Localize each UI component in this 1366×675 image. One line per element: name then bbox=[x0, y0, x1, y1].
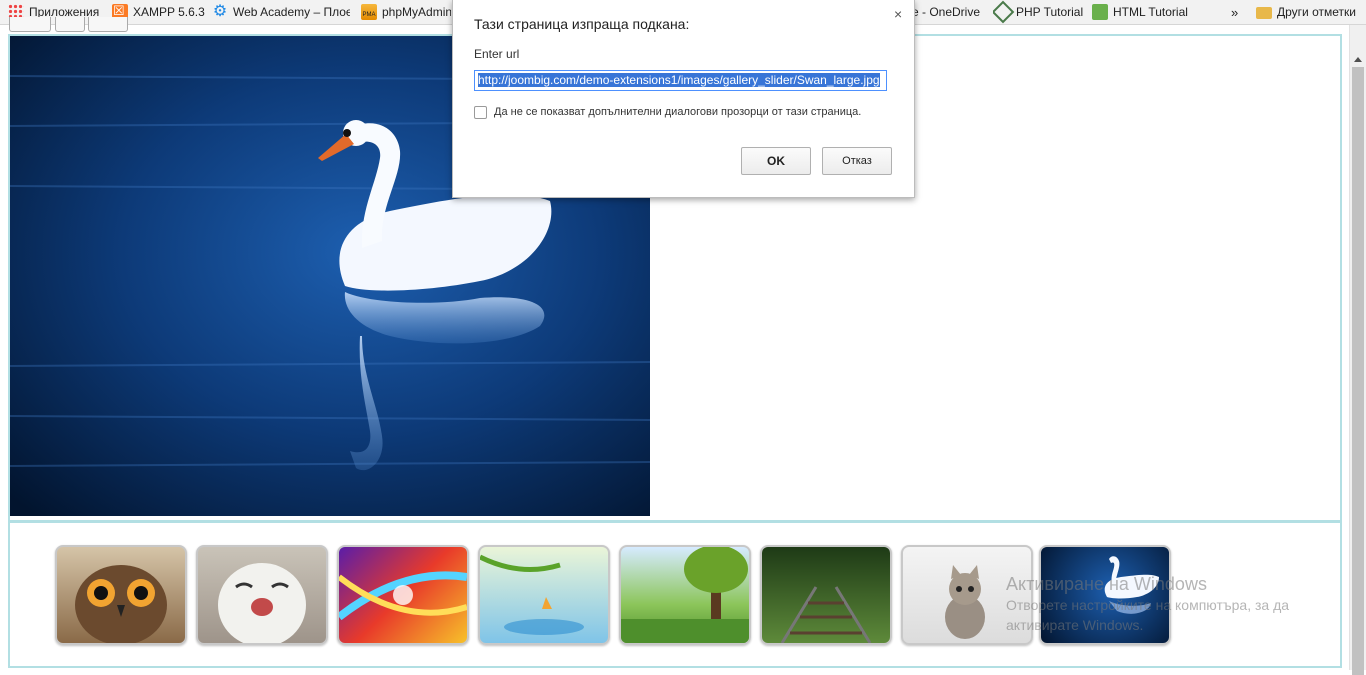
thumbnail-snowy-owl[interactable] bbox=[196, 545, 328, 645]
dialog-message: Enter url bbox=[474, 47, 520, 61]
code-icon bbox=[1092, 4, 1108, 20]
page-button-2[interactable] bbox=[55, 17, 85, 32]
close-icon[interactable]: × bbox=[894, 6, 902, 22]
phpmyadmin-icon: PMA bbox=[361, 4, 377, 20]
dialog-title: Тази страница изпраща подкана: bbox=[474, 16, 690, 32]
bookmark-label: HTML Tutorial bbox=[1113, 5, 1188, 19]
suppress-dialogs-checkbox[interactable] bbox=[474, 106, 487, 119]
page-button-1[interactable] bbox=[9, 17, 51, 32]
vertical-scrollbar[interactable] bbox=[1349, 25, 1366, 675]
snowy-owl-picture bbox=[218, 563, 306, 643]
scrollbar-thumb[interactable] bbox=[1352, 67, 1364, 675]
bookmark-label: phpMyAdmin bbox=[382, 5, 451, 19]
bookmark-phpmyadmin[interactable]: PMA phpMyAdmin bbox=[361, 0, 451, 24]
thumbnail-abstract-swirl[interactable] bbox=[337, 545, 469, 645]
bookmark-label: PHP Tutorial bbox=[1016, 5, 1084, 19]
thumbnail-owl[interactable] bbox=[55, 545, 187, 645]
thumbnail-tree-meadow[interactable] bbox=[619, 545, 751, 645]
tree-meadow-picture bbox=[621, 547, 749, 643]
overflow-chevron-icon: » bbox=[1231, 4, 1239, 20]
bookmark-html-tutorial[interactable]: HTML Tutorial bbox=[1092, 0, 1188, 24]
suppress-dialogs-label: Да не се показват допълнителни диалогови… bbox=[494, 106, 862, 118]
bookmark-other-folder[interactable]: Други отметки bbox=[1256, 0, 1356, 24]
butterfly-water-picture bbox=[480, 554, 584, 635]
watermark-subtitle-line2: активирате Windows. bbox=[1006, 617, 1144, 633]
cancel-button[interactable]: Отказ bbox=[822, 147, 892, 175]
bookmark-onedrive[interactable]: e - OneDrive bbox=[912, 0, 980, 24]
ok-button[interactable]: OK bbox=[741, 147, 811, 175]
bookmark-label: Други отметки bbox=[1277, 5, 1356, 19]
gear-icon: ⚙ bbox=[212, 3, 228, 20]
watermark-subtitle-line1: Отворете настройките на компютъра, за да bbox=[1006, 597, 1290, 613]
url-input[interactable]: http://joombig.com/demo-extensions1/imag… bbox=[474, 70, 887, 91]
thumbnail-railway-forest[interactable] bbox=[760, 545, 892, 645]
bookmark-label: e - OneDrive bbox=[912, 5, 981, 19]
bookmarks-overflow-button[interactable]: » bbox=[1231, 0, 1238, 24]
abstract-swirl-picture bbox=[339, 571, 467, 621]
bookmark-label: Web Academy – Плое bbox=[233, 5, 350, 19]
bookmark-php-tutorial[interactable]: PHP Tutorial bbox=[993, 0, 1083, 24]
bookmark-label: XAMPP 5.6.3 bbox=[133, 5, 205, 19]
railway-forest-picture bbox=[780, 586, 872, 643]
owl-picture bbox=[75, 565, 167, 643]
scroll-up-arrow-icon[interactable] bbox=[1354, 57, 1362, 62]
diamond-icon bbox=[993, 0, 1015, 24]
page-button-3[interactable] bbox=[88, 17, 128, 32]
url-input-value: http://joombig.com/demo-extensions1/imag… bbox=[478, 73, 880, 87]
prompt-dialog: Тази страница изпраща подкана: × Enter u… bbox=[452, 0, 915, 198]
windows-activation-watermark: Активиране на Windows Отворете настройки… bbox=[1006, 574, 1289, 635]
thumbnail-butterfly-water[interactable] bbox=[478, 545, 610, 645]
folder-icon bbox=[1256, 7, 1272, 19]
bookmark-web-academy[interactable]: ⚙ Web Academy – Плое bbox=[212, 0, 350, 24]
watermark-title: Активиране на Windows bbox=[1006, 574, 1207, 594]
